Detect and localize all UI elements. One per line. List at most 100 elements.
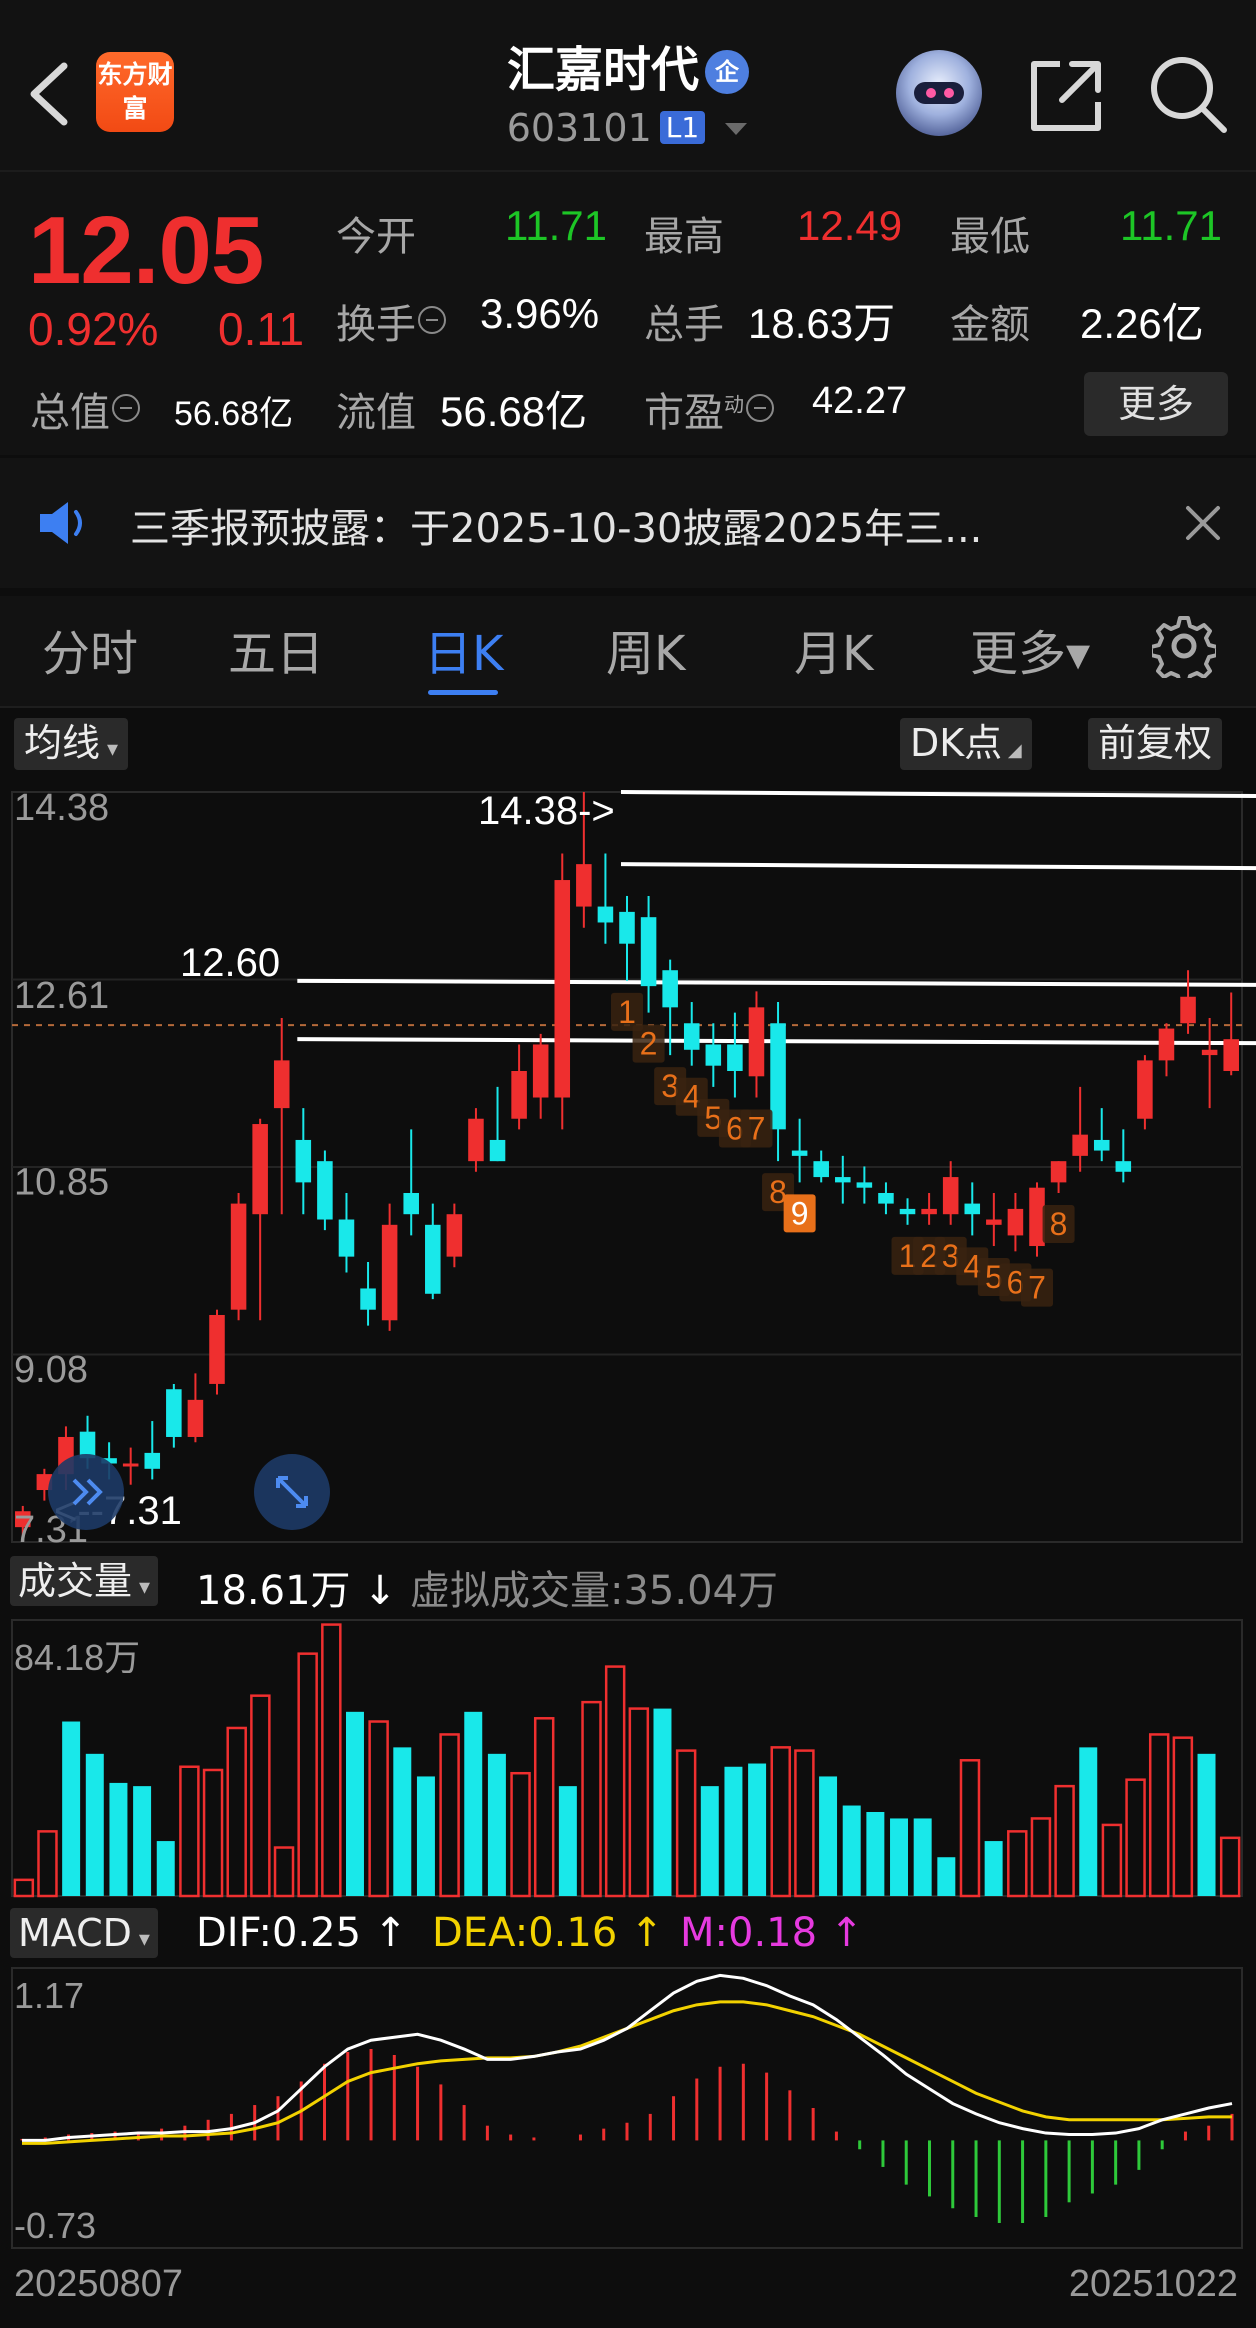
candle-body [1072,1134,1088,1156]
more-quote-button[interactable]: 更多 [1084,372,1228,436]
candle-body [986,1219,1002,1225]
candle-body [683,1023,700,1050]
macd-y-tick-top: 1.17 [14,1975,84,2016]
tab-weekly-k[interactable]: 周K [606,614,685,684]
candle [360,1261,376,1326]
volume-chart[interactable]: 84.18万 [0,1560,1256,1900]
candle-body [1223,1039,1239,1071]
tab-intraday[interactable]: 分时 [42,614,138,684]
volume-bar [439,1733,460,1898]
dropdown-caret-icon [725,123,748,135]
candle [468,1108,484,1172]
candle-body [468,1118,484,1162]
candle [878,1182,894,1215]
candle [381,1203,398,1331]
kchart-resistance-lines [297,790,1256,1046]
search-icon[interactable] [1146,52,1230,136]
volume-bar [604,1665,626,1898]
candle-body [381,1224,398,1321]
candle-body [1007,1208,1024,1236]
candle [1007,1192,1024,1252]
volume-bar [297,1652,318,1898]
candlestick-chart[interactable]: 123 45 6 7891 2 3 4 5 6 78 14.3812.6110.859.087.3… [0,780,1256,1550]
candle-body [209,1314,225,1384]
candle-body [662,970,678,1008]
stock-name: 汇嘉时代 [506,42,699,98]
candle [317,1150,333,1231]
volume-bar [393,1747,412,1896]
candle [230,1192,247,1321]
volume-bar [913,1818,932,1896]
last-price: 12.05 [28,197,264,304]
volume-bar [1125,1778,1146,1898]
fullscreen-button[interactable] [254,1454,330,1530]
volume-bar [842,1805,861,1896]
volume-bar [724,1766,743,1896]
volume-bar [558,1786,577,1896]
volume-bar [890,1818,909,1896]
high-value: 12.49 [797,202,903,249]
candle-body [425,1224,441,1294]
volume-bar [133,1786,152,1896]
candle [1223,992,1239,1076]
candle-body [230,1203,247,1310]
candle-body [835,1177,851,1183]
volume-bar [109,1782,128,1896]
candle-body [554,880,571,1098]
share-icon[interactable] [1026,56,1106,136]
kchart-y-tick: 10.85 [14,1161,109,1203]
notice-text[interactable]: 三季报预披露：于2025-10-30披露2025年三... [130,496,1090,554]
volume-bar [700,1786,719,1896]
volume-bar [85,1753,104,1896]
candle [964,1182,981,1236]
ma-selector[interactable]: 均线 ▾ [14,718,129,770]
tab-monthly-k[interactable]: 月K [794,614,873,684]
adjust-selector[interactable]: 前复权 [1088,718,1223,770]
td-marker-label: 7 [748,1111,766,1147]
volume-bar [937,1857,956,1896]
level-badge: L1 [659,111,706,144]
change-percent: 0.92% [28,303,159,355]
candle-body [748,1007,765,1077]
candle-body [338,1219,355,1257]
macd-chart[interactable]: 1.17 -0.73 20250807 20251022 [0,1908,1256,2328]
candle-body [1201,1049,1218,1056]
candle [986,1192,1002,1247]
candle-body [295,1139,312,1183]
candle-body [705,1044,722,1066]
volume-bar [866,1811,885,1896]
close-icon[interactable] [1180,500,1226,546]
volume-bar [250,1694,271,1898]
candle [554,853,571,1130]
volume-frame [11,1619,1243,1897]
td-marker-label: 1 [618,994,636,1030]
candle-body [489,1139,506,1162]
candle [144,1421,161,1480]
candle [705,1023,722,1087]
volume-bar [13,1878,35,1898]
tab-five-day[interactable]: 五日 [228,614,324,684]
volume-bar [321,1623,342,1898]
volume-bar [202,1768,224,1898]
volume-bar [748,1763,767,1896]
pe-value: 42.27 [812,380,908,422]
ai-assistant-robot-icon[interactable] [896,50,982,136]
tab-more[interactable]: 更多▾ [970,614,1090,684]
candle-body [856,1182,873,1188]
tab-daily-k[interactable]: 日K [424,614,503,684]
candle [1029,1182,1045,1257]
expand-left-button[interactable] [48,1454,124,1530]
kchart-y-tick: 12.61 [14,975,109,1017]
candle-body [532,1044,549,1098]
volume-bar [1079,1747,1098,1896]
candle-body [1137,1060,1153,1119]
dk-point-selector[interactable]: DK点 ◢ [900,718,1032,770]
speaker-icon [40,502,82,544]
candle [619,895,635,981]
volume-bar [62,1721,81,1896]
low-label: 最低 [950,214,1030,260]
macd-y-tick-bottom: -0.73 [14,2205,96,2246]
volume-bars [13,1623,1241,1898]
gear-icon[interactable] [1152,614,1216,678]
kchart-y-tick: 9.08 [14,1349,88,1391]
